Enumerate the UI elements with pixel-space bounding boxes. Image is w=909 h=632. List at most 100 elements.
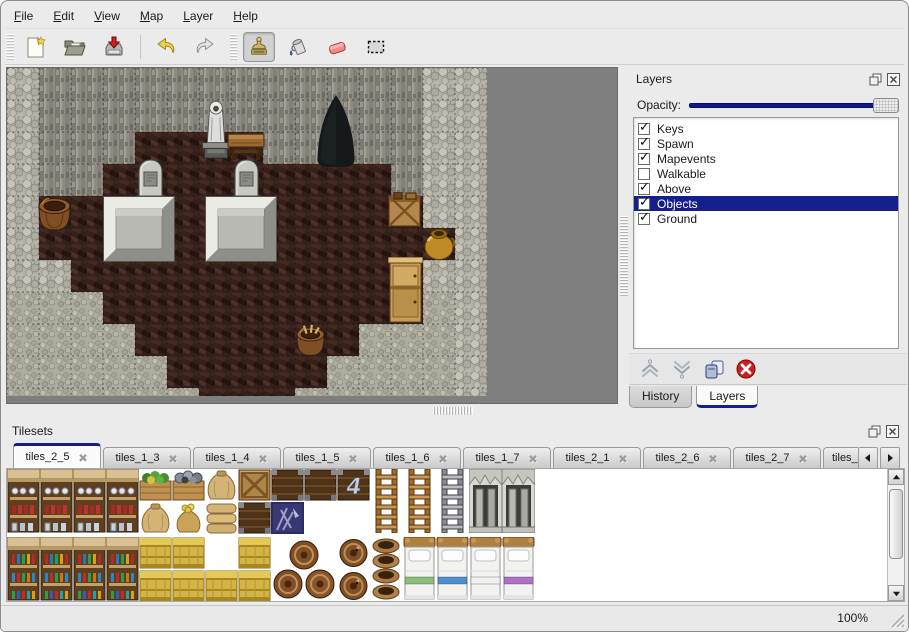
gravestone [233, 160, 260, 202]
tilesets-panel-close-button[interactable] [885, 424, 899, 438]
layer-visibility-checkbox[interactable]: ✓ [638, 183, 650, 195]
tilesets-panel-float-button[interactable] [867, 424, 881, 438]
new-file-icon [24, 35, 48, 59]
menu-view[interactable]: View [87, 6, 127, 26]
close-tab-icon[interactable] [78, 452, 89, 463]
move-down-icon [671, 358, 693, 380]
map-canvas[interactable] [6, 67, 618, 404]
menu-edit[interactable]: Edit [46, 6, 81, 26]
checkmark-icon: ✓ [639, 150, 650, 165]
tileset-vertical-scrollbar[interactable] [887, 469, 904, 601]
opacity-slider-groove[interactable] [689, 103, 899, 108]
layer-list[interactable]: ✓ Keys ✓ Spawn ✓ Mapevents Walkable ✓ Ab… [633, 117, 899, 349]
toolbar-grip[interactable] [230, 34, 237, 60]
toolbar-grip[interactable] [7, 34, 14, 60]
layer-row-ground[interactable]: ✓ Ground [634, 211, 898, 226]
layer-visibility-checkbox[interactable] [638, 168, 650, 180]
stamp-tool-button[interactable] [243, 32, 275, 62]
menu-file[interactable]: File [7, 6, 40, 26]
vertical-splitter-handle[interactable] [620, 216, 628, 296]
layers-panel-titlebar: Layers [629, 67, 907, 91]
tileset-render: 4 [7, 469, 537, 601]
close-tab-icon[interactable] [708, 453, 719, 464]
tileset-tab-label: tiles_ [832, 452, 858, 464]
monument-pedestal [206, 197, 277, 262]
tileset-tab[interactable]: tiles_1_6 [373, 447, 461, 468]
menu-map[interactable]: Map [133, 6, 170, 26]
layer-row-keys[interactable]: ✓ Keys [634, 121, 898, 136]
close-tab-icon[interactable] [438, 453, 449, 464]
tileset-tab[interactable]: tiles_2_1 [553, 447, 641, 468]
layer-row-walkable[interactable]: Walkable [634, 166, 898, 181]
arrow-left-icon [863, 453, 873, 463]
scroll-up-button[interactable] [888, 469, 904, 485]
close-tab-icon[interactable] [528, 453, 539, 464]
move-layer-down-button[interactable] [669, 356, 695, 382]
tilesets-panel-title: Tilesets [12, 424, 863, 438]
layer-row-mapevents[interactable]: ✓ Mapevents [634, 151, 898, 166]
tileset-tab[interactable]: tiles_1_3 [103, 447, 191, 468]
layer-visibility-checkbox[interactable]: ✓ [638, 153, 650, 165]
new-map-button[interactable] [20, 32, 52, 62]
close-tab-icon[interactable] [168, 453, 179, 464]
redo-button[interactable] [189, 32, 221, 62]
barrel [39, 199, 70, 231]
layer-row-spawn[interactable]: ✓ Spawn [634, 136, 898, 151]
layer-name: Above [657, 182, 691, 196]
tileset-tab[interactable]: tiles_1_5 [283, 447, 371, 468]
layer-visibility-checkbox[interactable]: ✓ [638, 213, 650, 225]
checkmark-icon: ✓ [639, 120, 650, 135]
tileset-tab[interactable]: tiles_ [823, 447, 858, 468]
scroll-tabs-left-button[interactable] [858, 447, 878, 469]
tileset-tab[interactable]: tiles_2_6 [643, 447, 731, 468]
close-panel-icon [886, 425, 899, 438]
close-tab-icon[interactable] [258, 453, 269, 464]
undo-arrow-icon [154, 35, 178, 59]
tab-history[interactable]: History [629, 386, 692, 408]
delete-layer-button[interactable] [733, 356, 759, 382]
eraser-tool-button[interactable] [321, 32, 353, 62]
close-tab-icon[interactable] [348, 453, 359, 464]
horizontal-splitter-handle[interactable] [433, 407, 473, 415]
fill-tool-button[interactable] [282, 32, 314, 62]
resize-grip[interactable] [888, 611, 906, 629]
save-map-button[interactable] [98, 32, 130, 62]
tileset-tab[interactable]: tiles_2_7 [733, 447, 821, 468]
layer-row-objects[interactable]: ✓ Objects [634, 196, 898, 211]
tileset-t ab[interactable]: tiles_1_4 [193, 447, 281, 468]
open-folder-icon [63, 35, 87, 59]
checkmark-icon: ✓ [639, 210, 650, 225]
layer-visibility-checkbox[interactable]: ✓ [638, 198, 650, 210]
menu-help[interactable]: Help [226, 6, 265, 26]
layers-panel-float-button[interactable] [868, 72, 882, 86]
scrollbar-thumb[interactable] [889, 489, 903, 559]
duplicate-layer-button[interactable] [701, 356, 727, 382]
move-layer-up-button[interactable] [637, 356, 663, 382]
opacity-slider[interactable] [689, 97, 899, 113]
menu-layer[interactable]: Layer [176, 6, 220, 26]
map-editor-window: File Edit View Map Layer Help [0, 0, 909, 632]
tileset-tab-bar: tiles_2_5 tiles_1_3 tiles_1_4 tiles_1_5 … [13, 443, 858, 468]
tileset-tab-label: tiles_1_5 [295, 452, 339, 464]
dock-tab-bar: History Layers [629, 386, 907, 412]
tileset-tab[interactable]: tiles_1_7 [463, 447, 551, 468]
scroll-down-button[interactable] [888, 585, 904, 601]
arrow-right-icon [885, 453, 895, 463]
tileset-tab[interactable]: tiles_2_5 [13, 443, 101, 468]
tab-layers[interactable]: Layers [696, 386, 758, 408]
close-tab-icon[interactable] [798, 453, 809, 464]
close-panel-icon [887, 73, 900, 86]
tilesets-panel: Tilesets tiles_2_5 tiles_1_3 [5, 419, 906, 605]
tileset-view[interactable]: 4 [6, 468, 905, 602]
rect-select-tool-button[interactable] [360, 32, 392, 62]
undo-button[interactable] [150, 32, 182, 62]
close-tab-icon[interactable] [618, 453, 629, 464]
layer-visibility-checkbox[interactable]: ✓ [638, 123, 650, 135]
opacity-slider-handle[interactable] [873, 98, 899, 113]
scroll-tabs-right-button[interactable] [880, 447, 900, 469]
arrow-down-icon [892, 589, 901, 598]
layer-visibility-checkbox[interactable]: ✓ [638, 138, 650, 150]
layer-row-above[interactable]: ✓ Above [634, 181, 898, 196]
layers-panel-close-button[interactable] [886, 72, 900, 86]
open-map-button[interactable] [59, 32, 91, 62]
